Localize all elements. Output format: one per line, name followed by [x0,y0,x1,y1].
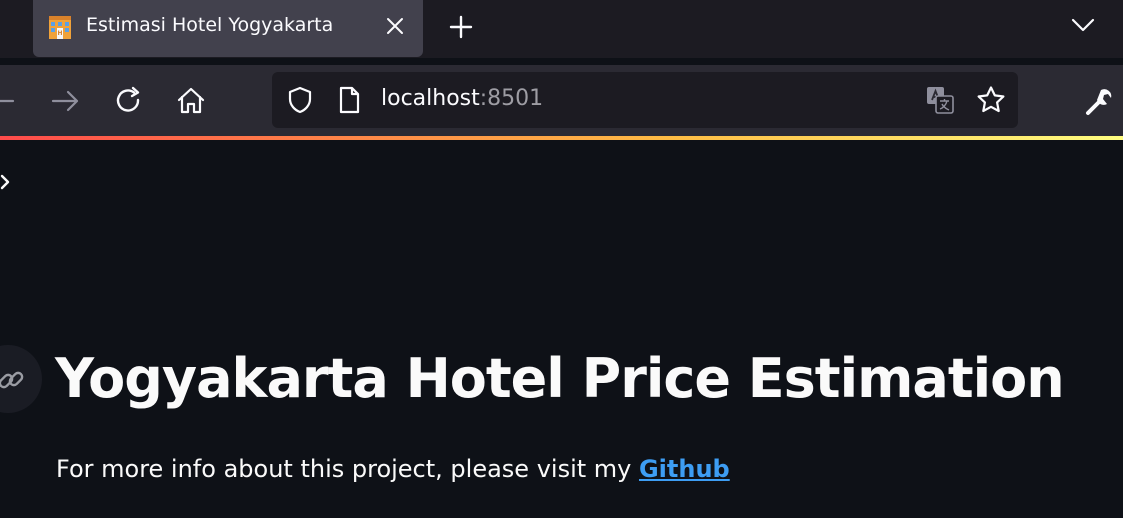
forward-arrow-icon[interactable] [49,85,81,117]
link-icon[interactable] [0,345,42,413]
back-arrow-icon[interactable] [0,85,18,117]
svg-text:H: H [57,30,62,37]
info-paragraph: For more info about this project, please… [56,455,730,483]
page-icon[interactable] [333,84,365,116]
wrench-icon[interactable] [1082,85,1114,117]
browser-tab[interactable]: H Estimasi Hotel Yogyakarta [33,0,423,57]
shield-icon[interactable] [284,84,316,116]
chevron-down-icon[interactable] [1068,10,1098,40]
plus-icon[interactable] [446,12,476,42]
page-title: Yogyakarta Hotel Price Estimation [55,347,1065,410]
home-icon[interactable] [175,85,207,117]
url-port: :8501 [479,86,544,111]
close-icon[interactable] [384,15,406,37]
hotel-icon: H [46,13,74,41]
reload-icon[interactable] [113,85,145,117]
tab-title: Estimasi Hotel Yogyakarta [86,14,334,36]
info-text: For more info about this project, please… [56,455,639,483]
browser-toolbar: localhost:8501 [0,65,1123,136]
github-link[interactable]: Github [639,455,730,483]
url-host: localhost [381,86,480,111]
star-icon[interactable] [975,84,1007,116]
main-content: Yogyakarta Hotel Price Estimation For mo… [0,140,1123,518]
url-text[interactable]: localhost:8501 [381,86,543,111]
address-bar[interactable]: localhost:8501 [272,72,1018,128]
chevron-right-icon[interactable] [0,172,14,192]
translate-icon[interactable] [924,84,956,116]
browser-tabstrip: H Estimasi Hotel Yogyakarta [0,0,1123,58]
